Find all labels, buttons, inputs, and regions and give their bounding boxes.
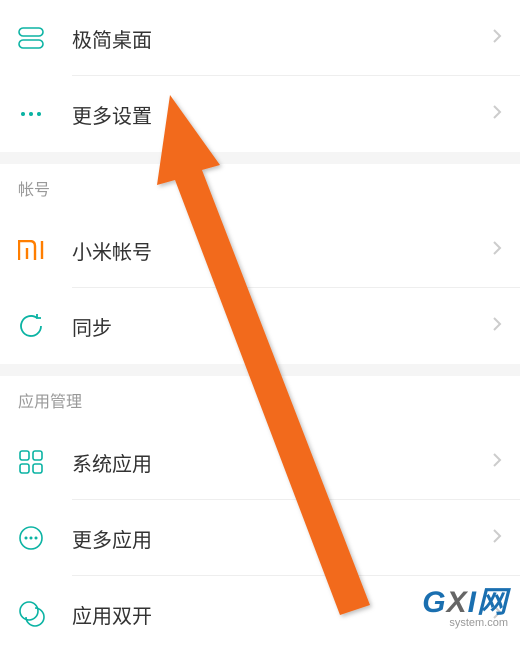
dual-apps-icon [18, 600, 72, 628]
row-label: 更多设置 [72, 100, 492, 129]
chevron-right-icon [492, 316, 502, 337]
chevron-right-icon [492, 604, 502, 625]
sync-icon [18, 313, 72, 339]
row-label: 同步 [72, 312, 492, 341]
row-label: 极简桌面 [72, 24, 492, 53]
row-sync[interactable]: 同步 [0, 288, 520, 364]
section-divider [0, 152, 520, 164]
row-label: 更多应用 [72, 524, 492, 553]
grid-icon [18, 449, 72, 475]
mi-logo-icon [18, 240, 72, 260]
chevron-right-icon [492, 452, 502, 473]
more-icon [18, 101, 72, 127]
section-divider [0, 364, 520, 376]
row-label: 应用双开 [72, 600, 492, 629]
row-more-apps[interactable]: 更多应用 [0, 500, 520, 576]
section-header-account: 帐号 [0, 164, 520, 212]
chevron-right-icon [492, 104, 502, 125]
chevron-right-icon [492, 240, 502, 261]
section-header-app-mgmt: 应用管理 [0, 376, 520, 424]
chevron-right-icon [492, 528, 502, 549]
row-dual-apps[interactable]: 应用双开 [0, 576, 520, 652]
row-system-apps[interactable]: 系统应用 [0, 424, 520, 500]
row-label: 小米帐号 [72, 236, 492, 265]
simple-desktop-icon [18, 25, 72, 51]
more-circle-icon [18, 525, 72, 551]
row-more-settings[interactable]: 更多设置 [0, 76, 520, 152]
chevron-right-icon [492, 28, 502, 49]
row-label: 系统应用 [72, 448, 492, 477]
row-simple-desktop[interactable]: 极简桌面 [0, 0, 520, 76]
row-mi-account[interactable]: 小米帐号 [0, 212, 520, 288]
